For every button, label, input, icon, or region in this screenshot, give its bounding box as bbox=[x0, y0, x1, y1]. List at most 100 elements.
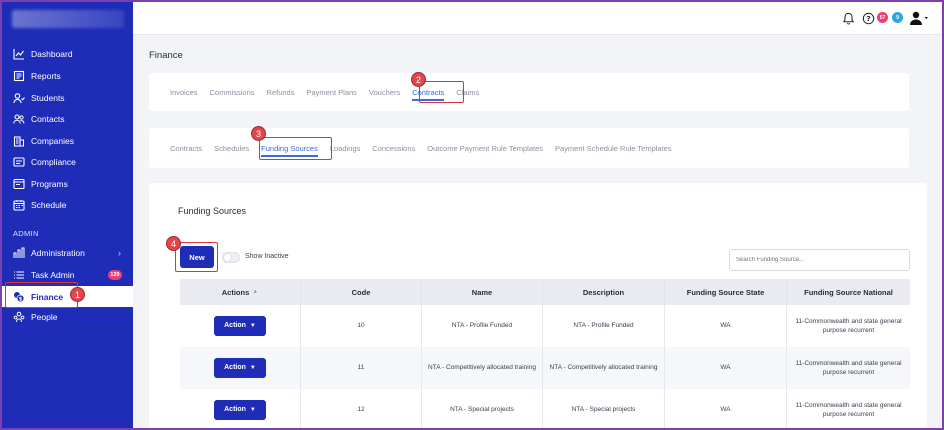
tab-schedules[interactable]: Schedules bbox=[214, 144, 249, 153]
column-header-state[interactable]: Funding Source State bbox=[665, 279, 787, 305]
cell-code: 11 bbox=[301, 347, 422, 389]
column-header-code[interactable]: Code bbox=[301, 279, 422, 305]
caret-down-icon: ▼ bbox=[249, 322, 256, 329]
cell-code: 10 bbox=[301, 305, 422, 347]
sidebar-item-label: Students bbox=[31, 92, 65, 103]
sidebar-item-label: Contacts bbox=[31, 113, 65, 124]
column-header-national[interactable]: Funding Source National bbox=[787, 279, 910, 305]
column-header-name[interactable]: Name bbox=[422, 279, 543, 305]
tab-payment-schedule-rule-templates[interactable]: Payment Schedule Rule Templates bbox=[555, 144, 672, 153]
sidebar-item-programs[interactable]: Programs bbox=[2, 173, 133, 194]
annotation-marker-2: 2 bbox=[411, 72, 426, 87]
cell-national: 11-Commonwealth and state general purpos… bbox=[795, 401, 902, 418]
sidebar-item-students[interactable]: Students bbox=[2, 87, 133, 108]
people-icon bbox=[13, 311, 25, 323]
students-icon bbox=[13, 92, 25, 104]
cell-description: NTA - Competitively allocated training bbox=[543, 347, 665, 389]
tab-payment-plans[interactable]: Payment Plans bbox=[306, 88, 356, 97]
programs-icon bbox=[13, 178, 25, 190]
task-count-badge: 129 bbox=[108, 269, 122, 280]
sidebar-item-reports[interactable]: Reports bbox=[2, 65, 133, 86]
table-row: Action ▼ 12 NTA - Special projects NTA - … bbox=[180, 389, 910, 428]
chart-line-icon bbox=[13, 48, 25, 60]
tab-vouchers[interactable]: Vouchers bbox=[369, 88, 400, 97]
notification-badge-blue[interactable]: 9 bbox=[892, 12, 903, 23]
notification-badge-red[interactable]: 57 bbox=[877, 12, 888, 23]
cell-state: WA bbox=[665, 347, 787, 389]
sidebar-item-dashboard[interactable]: Dashboard bbox=[2, 43, 133, 64]
bell-icon[interactable] bbox=[841, 11, 855, 25]
user-avatar-icon[interactable] bbox=[909, 11, 929, 25]
administration-icon bbox=[13, 247, 25, 259]
section-title: Funding Sources bbox=[178, 206, 247, 216]
sidebar-item-compliance[interactable]: Compliance bbox=[2, 151, 133, 172]
column-header-actions[interactable]: Actions ▲ bbox=[180, 279, 301, 305]
app-window: Dashboard Reports Students Contacts Comp… bbox=[0, 0, 944, 430]
annotation-marker-1: 1 bbox=[70, 287, 85, 302]
schedule-icon bbox=[13, 199, 25, 211]
brand-logo bbox=[12, 10, 124, 28]
sidebar-item-companies[interactable]: Companies bbox=[2, 130, 133, 151]
sidebar: Dashboard Reports Students Contacts Comp… bbox=[2, 2, 133, 428]
cell-name: NTA - Profile Funded bbox=[422, 305, 543, 347]
compliance-icon bbox=[13, 156, 25, 168]
annotation-marker-4: 4 bbox=[166, 236, 181, 251]
column-header-description[interactable]: Description bbox=[543, 279, 665, 305]
cell-national: 11-Commonwealth and state general purpos… bbox=[795, 317, 902, 334]
tab-outcome-payment-rule-templates[interactable]: Outcome Payment Rule Templates bbox=[427, 144, 543, 153]
finance-tabs-card: Invoices Commissions Refunds Payment Pla… bbox=[149, 73, 909, 111]
action-dropdown-button[interactable]: Action ▼ bbox=[214, 400, 266, 420]
task-admin-icon bbox=[13, 269, 25, 281]
tab-refunds[interactable]: Refunds bbox=[267, 88, 295, 97]
show-inactive-label: Show Inactive bbox=[245, 253, 289, 260]
caret-down-icon: ▼ bbox=[249, 364, 256, 371]
top-bar: ? 57 9 bbox=[133, 2, 942, 35]
show-inactive-toggle[interactable] bbox=[222, 252, 240, 263]
companies-icon bbox=[13, 135, 25, 147]
annotation-marker-3: 3 bbox=[251, 126, 266, 141]
action-dropdown-button[interactable]: Action ▼ bbox=[214, 358, 266, 378]
tab-contracts-sub[interactable]: Contracts bbox=[170, 144, 202, 153]
annotation-box-finance bbox=[5, 282, 78, 308]
page-title: Finance bbox=[149, 50, 183, 61]
tab-loadings[interactable]: Loadings bbox=[330, 144, 360, 153]
annotation-box-funding-sources bbox=[259, 137, 332, 160]
tab-commissions[interactable]: Commissions bbox=[210, 88, 255, 97]
table-row: Action ▼ 10 NTA - Profile Funded NTA - Pr… bbox=[180, 305, 910, 347]
sidebar-item-label: Administration bbox=[31, 247, 85, 258]
sidebar-item-administration[interactable]: Administration › bbox=[2, 242, 133, 263]
cell-description: NTA - Profile Funded bbox=[543, 305, 665, 347]
sidebar-item-label: Task Admin bbox=[31, 269, 75, 280]
help-icon[interactable]: ? bbox=[861, 11, 875, 25]
sidebar-item-schedule[interactable]: Schedule bbox=[2, 194, 133, 215]
sidebar-item-people[interactable]: People bbox=[2, 306, 133, 327]
sidebar-item-contacts[interactable]: Contacts bbox=[2, 108, 133, 129]
cell-state: WA bbox=[665, 389, 787, 428]
funding-sources-table: Actions ▲ Code Name Description Funding S… bbox=[180, 279, 910, 428]
report-icon bbox=[13, 70, 25, 82]
cell-state: WA bbox=[665, 305, 787, 347]
cell-national: 11-Commonwealth and state general purpos… bbox=[795, 359, 902, 376]
annotation-box-new bbox=[175, 242, 218, 272]
sidebar-item-label: People bbox=[31, 311, 58, 322]
action-dropdown-button[interactable]: Action ▼ bbox=[214, 316, 266, 336]
svg-text:?: ? bbox=[866, 14, 870, 23]
annotation-box-contracts bbox=[419, 81, 464, 103]
contacts-icon bbox=[13, 113, 25, 125]
chevron-right-icon: › bbox=[118, 247, 121, 258]
caret-down-icon: ▼ bbox=[249, 406, 256, 413]
tab-invoices[interactable]: Invoices bbox=[170, 88, 198, 97]
sort-up-icon: ▲ bbox=[252, 289, 259, 295]
sidebar-item-label: Programs bbox=[31, 178, 68, 189]
sidebar-item-label: Schedule bbox=[31, 199, 67, 210]
table-header: Actions ▲ Code Name Description Funding S… bbox=[180, 279, 910, 305]
sidebar-item-label: Reports bbox=[31, 70, 61, 81]
sidebar-item-label: Companies bbox=[31, 135, 74, 146]
cell-name: NTA - Competitively allocated training bbox=[422, 347, 543, 389]
sidebar-item-label: Dashboard bbox=[31, 48, 73, 59]
cell-name: NTA - Special projects bbox=[422, 389, 543, 428]
search-funding-source-input[interactable] bbox=[729, 249, 910, 271]
admin-section-label: ADMIN bbox=[13, 229, 39, 238]
table-row: Action ▼ 11 NTA - Competitively allocated… bbox=[180, 347, 910, 389]
tab-concessions[interactable]: Concessions bbox=[372, 144, 415, 153]
